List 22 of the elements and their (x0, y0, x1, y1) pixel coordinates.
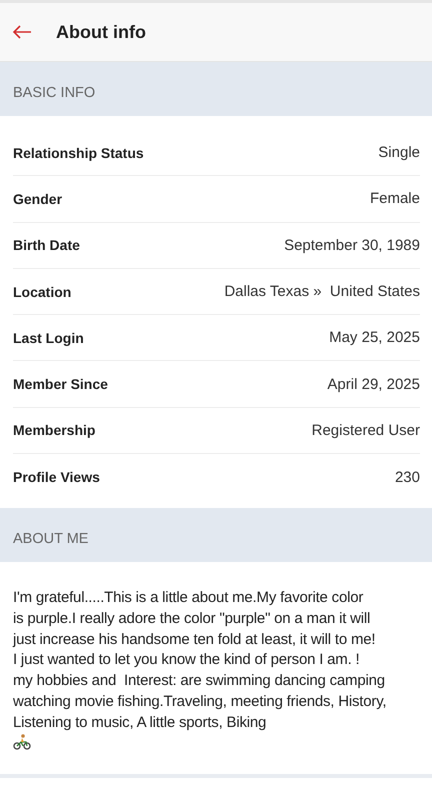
field-value: September 30, 1989 (284, 236, 420, 254)
section-title: BASIC INFO (13, 85, 96, 101)
field-value: Female (370, 190, 420, 208)
field-value: Dallas Texas » United States (224, 283, 420, 300)
field-value: Single (378, 144, 420, 162)
field-label: Membership (13, 422, 96, 438)
field-label: Relationship Status (13, 144, 144, 161)
field-value: April 29, 2025 (327, 376, 420, 393)
field-label: Birth Date (13, 237, 80, 254)
back-arrow-icon (12, 25, 32, 39)
field-label: Last Login (13, 330, 84, 346)
field-label: Location (13, 284, 72, 300)
field-label: Profile Views (13, 469, 100, 486)
about-text: I'm grateful.....This is a little about me.My favorite color is purple.I really adore the color "purple" on a man it will just increase his handsome ten fold at least, it will to me! I just wanted to let you know the kind of person I am. ! my hobbies and Interest: are swimming dancing camping watching movie fishing.Traveling, meeting friends, History, Listening to music, A little sports, Biking (13, 588, 388, 733)
section-title: ABOUT ME (13, 531, 88, 548)
field-value: 230 (394, 468, 420, 486)
field-label: Gender (13, 190, 62, 207)
field-value: May 25, 2025 (329, 329, 420, 346)
cyclist-icon (13, 734, 31, 750)
field-value: Registered User (312, 422, 420, 439)
field-label: Member Since (13, 376, 108, 392)
page-title: About info (56, 22, 146, 42)
